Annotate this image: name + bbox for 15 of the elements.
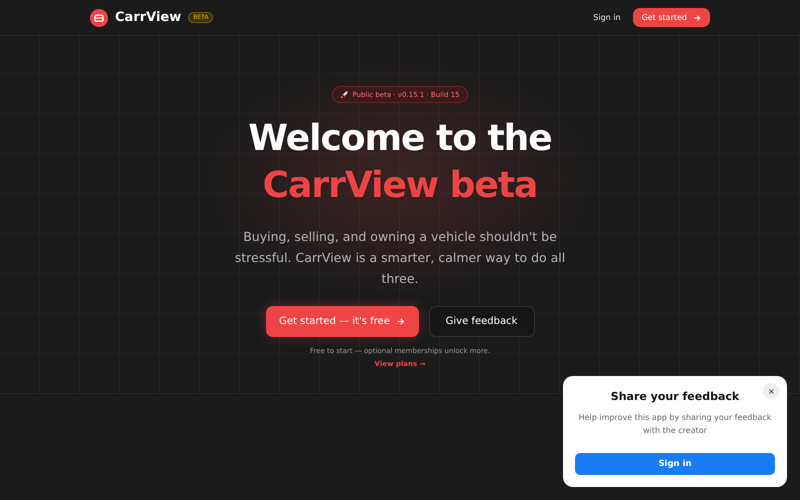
hero-title: Welcome to the CarrView beta: [247, 117, 553, 208]
sign-in-link[interactable]: Sign in: [593, 13, 621, 22]
close-button[interactable]: [763, 383, 779, 399]
popup-title: Share your feedback: [610, 390, 740, 403]
brand-name: CarrView: [115, 10, 182, 25]
popup-text: Help improve this app by sharing your feedback with the creator: [578, 412, 772, 437]
get-started-free-button[interactable]: Get started — it's free: [266, 306, 418, 337]
close-icon: [768, 388, 774, 394]
sign-in-button[interactable]: Sign in: [575, 453, 775, 475]
rocket-icon: [340, 90, 350, 99]
arrow-right-icon: [693, 14, 701, 22]
get-started-button[interactable]: Get started: [632, 8, 710, 27]
hero-subtitle: Buying, selling, and owning a vehicle shouldn't be stressful. CarrView is a smarter, calmer way to do all three.: [234, 228, 566, 288]
arrow-right-icon: [396, 317, 405, 326]
give-feedback-button[interactable]: Give feedback: [428, 306, 534, 337]
